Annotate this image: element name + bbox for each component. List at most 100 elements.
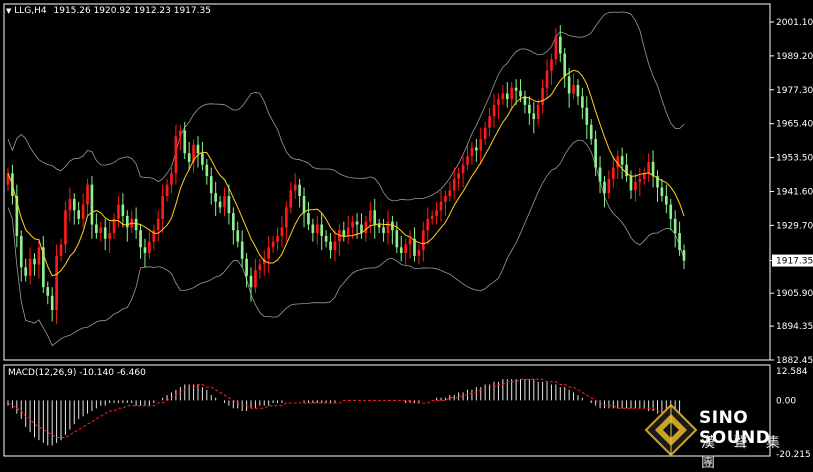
candle <box>232 207 235 245</box>
candle <box>475 139 478 162</box>
candle-body <box>161 196 164 219</box>
price-tick-label: 1882.45 <box>776 356 813 366</box>
candle-body <box>320 224 324 236</box>
candle <box>536 99 540 125</box>
candle-body <box>421 230 425 251</box>
candle-body <box>572 84 575 94</box>
candle <box>413 227 416 262</box>
candle-body <box>77 210 81 219</box>
diamond-logo-icon <box>644 403 698 457</box>
candle-body <box>302 196 306 214</box>
candle-body <box>183 130 187 154</box>
candle <box>42 235 45 293</box>
candle <box>669 198 673 231</box>
candle <box>603 176 606 208</box>
candle <box>72 193 76 225</box>
candle <box>205 158 209 185</box>
candle <box>377 218 381 234</box>
candle <box>545 59 549 100</box>
candle <box>360 213 363 239</box>
candle-body <box>603 181 606 194</box>
candle-body <box>99 227 103 234</box>
candle-body <box>355 221 359 225</box>
candle <box>214 181 217 216</box>
candle <box>620 147 624 179</box>
candle <box>192 139 195 174</box>
candle-body <box>620 156 624 165</box>
candle-body <box>399 247 403 254</box>
candle-body <box>510 87 514 100</box>
candle-body <box>554 36 558 60</box>
candle-body <box>285 207 288 228</box>
candle <box>399 235 403 262</box>
candle <box>585 96 589 140</box>
candle <box>611 156 615 188</box>
candle <box>528 96 531 125</box>
candle <box>665 184 668 214</box>
candle <box>298 178 301 208</box>
candle-body <box>170 173 173 185</box>
candle <box>15 184 19 248</box>
candle <box>647 153 650 182</box>
candle-body <box>382 227 385 234</box>
candle-body <box>519 90 522 97</box>
candle <box>488 107 491 137</box>
candle-body <box>271 241 275 248</box>
candle-body <box>634 181 637 191</box>
candle-body <box>497 99 500 105</box>
candle-body <box>673 218 677 234</box>
candle-body <box>218 201 222 208</box>
candle <box>19 230 23 282</box>
candle-body <box>148 241 151 254</box>
candle-body <box>558 36 562 54</box>
price-chart[interactable]: 2001.10 1989.20 1977.30 1965.40 1953.50 1941.… <box>0 0 813 460</box>
candle <box>262 250 266 276</box>
price-axis: 2001.10 1989.20 1977.30 1965.40 1953.50 1941.… <box>770 18 813 366</box>
candle <box>276 227 279 251</box>
candle-body <box>651 161 655 177</box>
candle-body <box>143 247 147 254</box>
price-panel-border <box>3 3 771 361</box>
candle-body <box>541 87 544 105</box>
candle-body <box>682 250 686 261</box>
dropdown-triangle-icon[interactable]: ▼ <box>6 7 11 15</box>
candle <box>505 82 509 108</box>
candle <box>148 230 151 259</box>
candle <box>558 25 562 63</box>
candle-body <box>514 87 518 91</box>
candle-body <box>501 93 505 100</box>
candle <box>152 224 156 251</box>
candle-body <box>289 190 293 208</box>
candle <box>130 210 134 234</box>
candle-body <box>466 156 469 165</box>
candle <box>271 235 275 254</box>
candle-body <box>227 196 231 214</box>
candle-body <box>647 161 650 174</box>
candle-body <box>209 176 213 194</box>
candle <box>68 187 72 222</box>
candle-body <box>395 230 399 248</box>
candle <box>196 136 200 168</box>
candle-body <box>479 139 483 151</box>
candle <box>201 141 204 171</box>
candle <box>103 218 107 251</box>
candle-body <box>201 153 204 165</box>
candle <box>258 258 262 279</box>
candle-body <box>324 235 328 242</box>
candle-body <box>86 184 89 205</box>
candlestick-series <box>6 25 686 325</box>
candle <box>342 221 346 242</box>
candle <box>209 167 213 205</box>
candle <box>99 221 103 242</box>
candle-body <box>435 210 438 216</box>
candle <box>368 201 372 234</box>
candle-body <box>139 230 142 248</box>
candle-body <box>550 59 553 71</box>
candle <box>607 170 611 199</box>
candle <box>108 221 111 254</box>
candle <box>236 221 240 248</box>
candle-body <box>33 258 36 265</box>
candle <box>240 230 244 268</box>
macd-tick-label: 12.584 <box>776 367 808 377</box>
price-tick-label: 1929.70 <box>776 221 813 231</box>
